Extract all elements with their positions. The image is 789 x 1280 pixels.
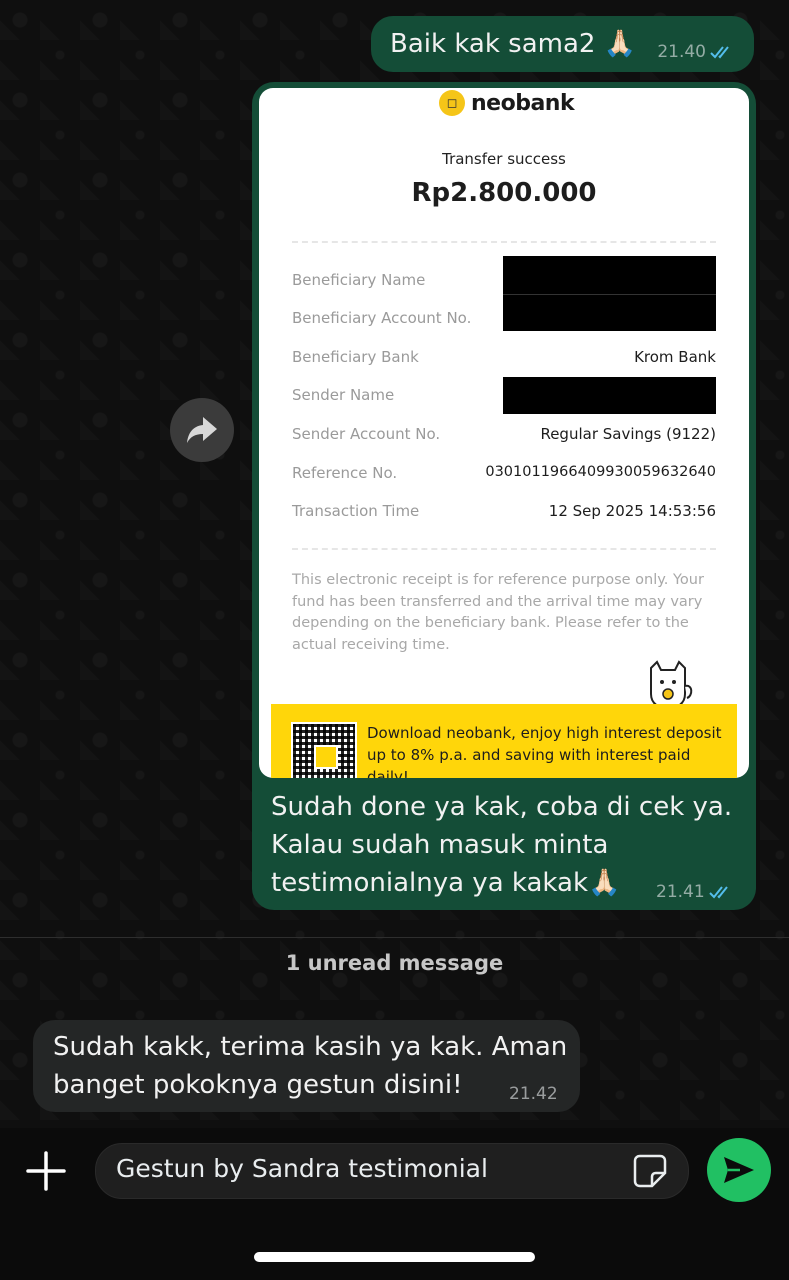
message-input[interactable]: Gestun by Sandra testimonial (95, 1143, 689, 1199)
message-bubble-incoming[interactable]: Sudah kakk, terima kasih ya kak. Aman ba… (33, 1020, 580, 1112)
receipt-value: Regular Savings (9122) (540, 425, 716, 443)
receipt-value: 03010119664099300596326​40 (485, 464, 716, 480)
message-text-line: Sudah kakk, terima kasih ya kak. Aman (53, 1032, 568, 1062)
redaction-box (503, 294, 716, 331)
message-time-text: 21.40 (657, 42, 706, 62)
receipt-note: This electronic receipt is for reference… (292, 572, 704, 653)
receipt-divider (292, 548, 716, 550)
cat-mascot-icon (650, 660, 693, 710)
redaction-box (503, 377, 716, 414)
receipt-divider (292, 241, 716, 243)
message-text: Baik kak sama2 🙏🏻 (390, 29, 637, 59)
message-text-line: Kalau sudah masuk minta (271, 830, 609, 860)
send-button[interactable] (707, 1138, 771, 1202)
message-text-line: Sudah done ya kak, coba di cek ya. (271, 792, 733, 822)
unread-divider-line (0, 937, 789, 938)
message-time-text: 21.41 (656, 882, 705, 902)
double-check-icon (708, 886, 728, 899)
send-icon (724, 1157, 754, 1183)
receipt-label: Sender Account No. (292, 425, 441, 443)
receipt-value: Krom Bank (634, 348, 716, 366)
qr-code-icon (291, 722, 357, 778)
receipt-value: 12 Sep 2025 14:53:56 (548, 502, 716, 520)
neobank-logo-icon: ◻ (439, 90, 465, 116)
banner-text: Download neobank, enjoy high interest de… (367, 724, 722, 778)
neobank-logo: ◻ neobank (439, 90, 575, 116)
plus-icon[interactable] (22, 1147, 70, 1195)
receipt-label: Beneficiary Account No. (292, 309, 472, 327)
receipt-label: Beneficiary Name (292, 271, 426, 289)
double-check-icon (710, 46, 729, 59)
message-time-text: 21.42 (509, 1084, 558, 1104)
forward-button[interactable] (170, 398, 234, 462)
forward-icon (187, 417, 217, 443)
message-input-value: Gestun by Sandra testimonial (116, 1154, 488, 1183)
receipt-image[interactable]: ◻ neobank Transfer success Rp2.800.000 B… (259, 88, 749, 778)
unread-messages-label: 1 unread message (285, 951, 504, 975)
receipt-label: Transaction Time (292, 502, 420, 520)
message-text-line: testimonialnya ya kakak🙏🏻 (271, 868, 621, 898)
redaction-box (503, 256, 716, 294)
message-text-line: banget pokoknya gestun disini! (53, 1070, 463, 1100)
receipt-label: Sender Name (292, 386, 395, 404)
receipt-status: Transfer success (442, 150, 566, 168)
receipt-label: Beneficiary Bank (292, 348, 419, 366)
message-time: 21.42 (509, 1084, 558, 1104)
sticker-icon[interactable] (632, 1153, 668, 1189)
download-banner: Download neobank, enjoy high interest de… (271, 704, 737, 778)
message-time: 21.40 (657, 42, 736, 62)
neobank-logo-text: neobank (471, 90, 575, 116)
receipt-amount: Rp2.800.000 (411, 178, 597, 208)
home-indicator[interactable] (254, 1252, 535, 1262)
receipt-label: Reference No. (292, 464, 398, 482)
message-bubble-outgoing[interactable]: Baik kak sama2 🙏🏻 21.40 (371, 16, 754, 72)
message-time: 21.41 (656, 882, 735, 902)
